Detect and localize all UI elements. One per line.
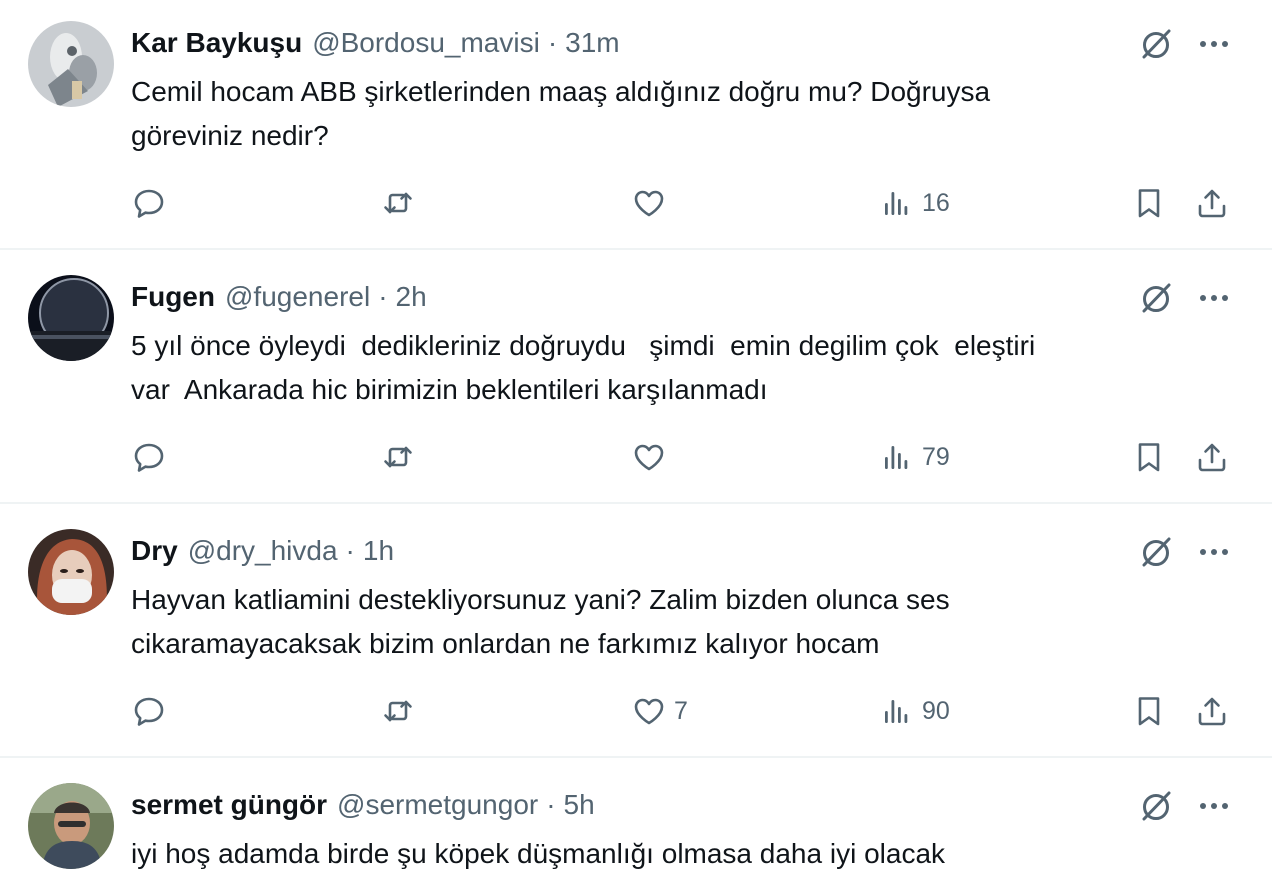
bookmark-button[interactable] [1132, 434, 1166, 480]
divider [0, 756, 1272, 758]
author-handle[interactable]: @Bordosu_mavisi [312, 26, 540, 60]
tweet[interactable]: Dry @dry_hivda · 1h Hayvan katliamini de… [0, 508, 1280, 762]
avatar[interactable] [28, 275, 114, 361]
grok-icon[interactable] [1136, 786, 1176, 826]
tweet[interactable]: sermet güngör @sermetgungor · 5h iyi hoş… [0, 762, 1280, 894]
views-icon [880, 694, 914, 728]
bookmark-icon [1132, 186, 1166, 220]
divider [0, 502, 1272, 504]
reply-button[interactable] [132, 688, 174, 734]
bookmark-icon [1132, 694, 1166, 728]
tweet-header: sermet güngör @sermetgungor · 5h [131, 788, 595, 822]
tweet[interactable]: Fugen @fugenerel · 2h 5 yıl önce öyleydi… [0, 254, 1280, 508]
author-handle[interactable]: @fugenerel [225, 280, 370, 314]
bookmark-icon [1132, 440, 1166, 474]
author-name[interactable]: sermet güngör [131, 788, 327, 822]
timestamp[interactable]: 5h [564, 788, 595, 822]
divider [0, 248, 1272, 250]
share-icon [1195, 186, 1229, 220]
author-name[interactable]: Dry [131, 534, 178, 568]
author-name[interactable]: Fugen [131, 280, 215, 314]
reply-icon [132, 186, 166, 220]
views-button[interactable]: 16 [880, 180, 950, 226]
separator-dot: · [345, 535, 355, 566]
like-button[interactable] [632, 434, 674, 480]
share-button[interactable] [1195, 688, 1229, 734]
tweet-header: Kar Baykuşu @Bordosu_mavisi · 31m [131, 26, 620, 60]
action-bar: 16 [0, 180, 1280, 226]
retweet-icon [381, 694, 415, 728]
retweet-button[interactable] [381, 180, 423, 226]
separator-dot: · [378, 281, 388, 312]
retweet-icon [381, 186, 415, 220]
views-icon [880, 440, 914, 474]
retweet-button[interactable] [381, 434, 423, 480]
tweet[interactable]: Kar Baykuşu @Bordosu_mavisi · 31m Cemil … [0, 0, 1280, 254]
heart-icon [632, 186, 666, 220]
views-button[interactable]: 79 [880, 434, 950, 480]
heart-icon [632, 440, 666, 474]
tweet-text: Hayvan katliamini destekliyorsunuz yani?… [131, 584, 950, 659]
reply-button[interactable] [132, 180, 174, 226]
retweet-icon [381, 440, 415, 474]
tweet-text: 5 yıl önce öyleydi dedikleriniz doğruydu… [131, 330, 1036, 405]
like-count: 7 [674, 696, 688, 725]
tweet-text: Cemil hocam ABB şirketlerinden maaş aldı… [131, 76, 991, 151]
separator-dot: · [547, 27, 558, 58]
timestamp[interactable]: 2h [396, 280, 427, 314]
avatar[interactable] [28, 529, 114, 615]
view-count: 90 [922, 696, 950, 725]
like-button[interactable] [632, 180, 674, 226]
reply-button[interactable] [132, 434, 174, 480]
action-bar: 7 90 [0, 688, 1280, 734]
tweet-text: iyi hoş adamda birde şu köpek düşmanlığı… [131, 838, 946, 869]
grok-icon[interactable] [1136, 278, 1176, 318]
author-handle[interactable]: @dry_hivda [188, 534, 338, 568]
share-button[interactable] [1195, 434, 1229, 480]
views-icon [880, 186, 914, 220]
like-button[interactable]: 7 [632, 688, 688, 734]
tweet-header: Fugen @fugenerel · 2h [131, 280, 427, 314]
more-icon[interactable] [1194, 786, 1234, 826]
reply-feed: Kar Baykuşu @Bordosu_mavisi · 31m Cemil … [0, 0, 1280, 894]
action-bar: 79 [0, 434, 1280, 480]
views-button[interactable]: 90 [880, 688, 950, 734]
share-button[interactable] [1195, 180, 1229, 226]
avatar[interactable] [28, 21, 114, 107]
more-icon[interactable] [1194, 278, 1234, 318]
reply-icon [132, 440, 166, 474]
tweet-header: Dry @dry_hivda · 1h [131, 534, 394, 568]
separator-dot: · [546, 789, 556, 820]
retweet-button[interactable] [381, 688, 423, 734]
grok-icon[interactable] [1136, 24, 1176, 64]
author-name[interactable]: Kar Baykuşu [131, 26, 302, 60]
avatar[interactable] [28, 783, 114, 869]
grok-icon[interactable] [1136, 532, 1176, 572]
bookmark-button[interactable] [1132, 180, 1166, 226]
share-icon [1195, 694, 1229, 728]
heart-icon [632, 694, 666, 728]
view-count: 16 [922, 188, 950, 217]
timestamp[interactable]: 1h [363, 534, 394, 568]
more-icon[interactable] [1194, 24, 1234, 64]
bookmark-button[interactable] [1132, 688, 1166, 734]
share-icon [1195, 440, 1229, 474]
reply-icon [132, 694, 166, 728]
view-count: 79 [922, 442, 950, 471]
timestamp[interactable]: 31m [565, 26, 619, 60]
author-handle[interactable]: @sermetgungor [337, 788, 538, 822]
more-icon[interactable] [1194, 532, 1234, 572]
